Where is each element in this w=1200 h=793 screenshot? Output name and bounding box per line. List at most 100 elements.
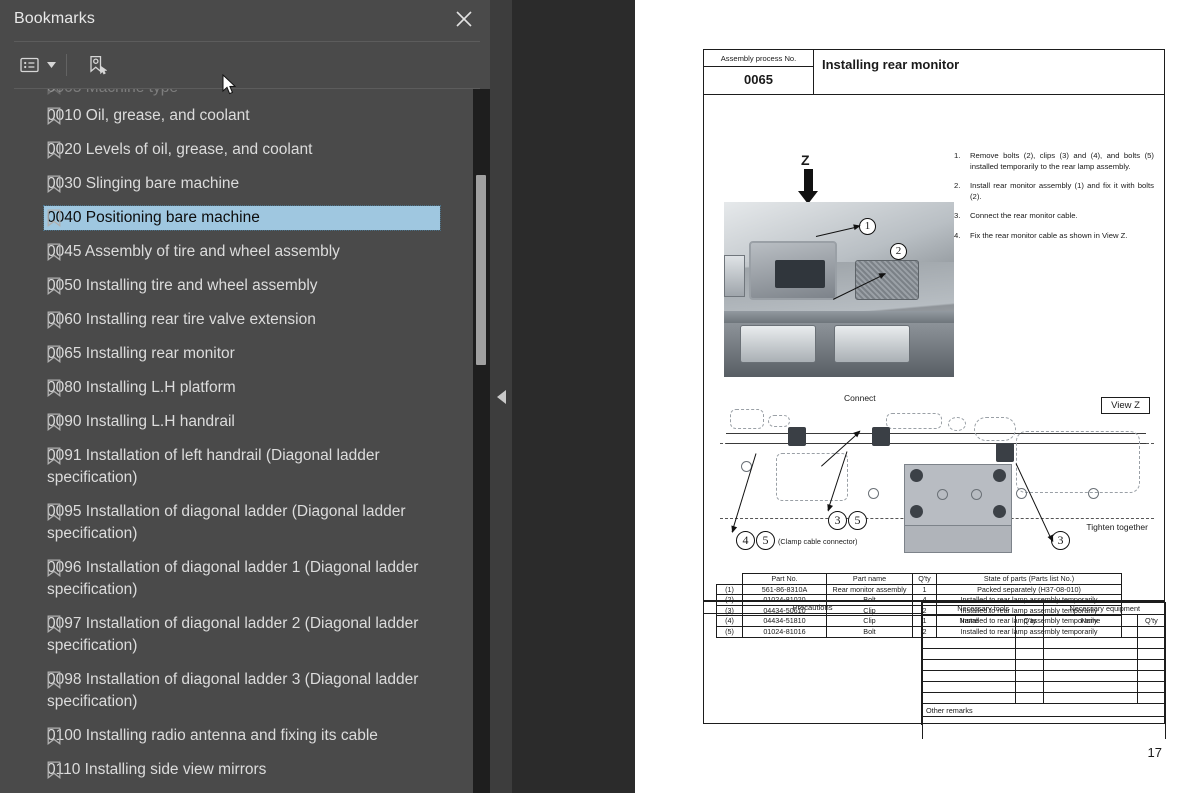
bookmarks-scrollbar[interactable] — [473, 89, 490, 793]
list-item[interactable]: 0040 Positioning bare machine — [0, 201, 488, 235]
panel-splitter[interactable] — [490, 0, 512, 793]
tools-name-header: Name — [921, 614, 1017, 627]
title-block: Assembly process No. 0065 Installing rea… — [703, 49, 1165, 95]
list-item-label: 0050 Installing tire and wheel assembly — [47, 277, 318, 294]
new-bookmark-icon[interactable] — [82, 51, 112, 79]
list-item-label: 0091 Installation of left handrail (Diag… — [47, 447, 380, 486]
parts-table-header-cell: Part No. — [742, 573, 827, 585]
list-item[interactable]: 0090 Installing L.H handrail — [0, 405, 488, 439]
bookmark-icon — [47, 107, 61, 125]
table-cell[interactable] — [1015, 626, 1045, 638]
process-no-value: 0065 — [744, 72, 773, 87]
list-item[interactable]: 0020 Levels of oil, grease, and coolant — [0, 133, 488, 167]
table-cell[interactable] — [1136, 681, 1167, 693]
instruction-item: 3. Connect the rear monitor cable. — [954, 211, 1154, 222]
table-cell[interactable] — [1015, 637, 1045, 649]
bookmark-icon — [47, 277, 61, 295]
table-cell[interactable] — [921, 626, 1017, 638]
view-z-label: View Z — [1101, 397, 1150, 414]
close-icon[interactable] — [452, 7, 476, 31]
list-item[interactable]: 0096 Installation of diagonal ladder 1 (… — [0, 551, 488, 607]
mouse-cursor — [222, 73, 238, 96]
cable-clamp-right — [996, 443, 1014, 462]
bookmark-icon — [47, 311, 61, 329]
list-item[interactable]: 0095 Installation of diagonal ladder (Di… — [0, 495, 488, 551]
instruction-text: Install rear monitor assembly (1) and fi… — [970, 181, 1154, 201]
list-item-label: 0096 Installation of diagonal ladder 1 (… — [47, 559, 419, 598]
list-item-label: 0045 Assembly of tire and wheel assembly — [47, 243, 340, 260]
instruction-text: Fix the rear monitor cable as shown in V… — [970, 230, 1128, 240]
table-cell[interactable] — [1136, 659, 1167, 671]
parts-table-header-cell — [716, 573, 743, 585]
list-item[interactable]: 0030 Slinging bare machine — [0, 167, 488, 201]
table-cell[interactable] — [1043, 670, 1138, 682]
list-item[interactable]: 0097 Installation of diagonal ladder 2 (… — [0, 607, 488, 663]
list-item-label: 0010 Oil, grease, and coolant — [47, 107, 250, 124]
table-cell[interactable] — [921, 692, 1017, 704]
table-cell[interactable] — [1136, 637, 1167, 649]
list-item-label: 0080 Installing L.H platform — [47, 379, 236, 396]
list-item[interactable]: 0080 Installing L.H platform — [0, 371, 488, 405]
list-item[interactable]: 0060 Installing rear tire valve extensio… — [0, 303, 488, 337]
table-cell[interactable] — [1015, 659, 1045, 671]
list-item[interactable]: 0098 Installation of diagonal ladder 3 (… — [0, 663, 488, 719]
list-item[interactable]: 0050 Installing tire and wheel assembly — [0, 269, 488, 303]
table-cell[interactable] — [1015, 692, 1045, 704]
pdf-reader-window: Bookmarks 0010 Oil, grease, and coolant … — [0, 0, 1200, 793]
table-cell[interactable] — [1015, 648, 1045, 660]
necessary-equipment-header: Necessary equipment — [1043, 602, 1166, 615]
list-item[interactable]: 0065 Installing rear monitor — [0, 337, 488, 371]
chevron-down-icon[interactable] — [44, 51, 58, 79]
list-item[interactable]: 0100 Installing radio antenna and fixing… — [0, 719, 488, 753]
page-title: Installing rear monitor — [822, 57, 960, 72]
list-item[interactable]: 0110 Installing side view mirrors — [0, 753, 488, 787]
equipment-qty-header: Q'ty — [1136, 614, 1167, 627]
table-cell[interactable] — [1043, 681, 1138, 693]
instruction-text: Connect the rear monitor cable. — [970, 211, 1078, 221]
cable-clamp-left — [788, 427, 806, 446]
table-cell[interactable] — [1015, 670, 1045, 682]
bookmark-icon — [47, 615, 61, 633]
list-item[interactable]: 0005 Machine type — [0, 89, 488, 99]
table-cell[interactable] — [1043, 637, 1138, 649]
table-cell[interactable] — [1015, 681, 1045, 693]
table-cell[interactable] — [921, 659, 1017, 671]
list-options-icon[interactable] — [14, 51, 44, 79]
table-cell[interactable] — [1043, 692, 1138, 704]
table-cell[interactable] — [921, 637, 1017, 649]
table-cell[interactable] — [1136, 648, 1167, 660]
table-cell[interactable] — [1043, 648, 1138, 660]
instruction-number: 3. — [954, 211, 961, 221]
tools-qty-header: Q'ty — [1015, 614, 1045, 627]
other-remarks-field[interactable] — [922, 716, 1166, 739]
scrollbar-thumb[interactable] — [476, 175, 486, 365]
table-cell[interactable] — [1136, 626, 1167, 638]
z-direction-arrow-icon — [798, 169, 818, 204]
bookmarks-scroll-area[interactable]: 0005 Machine type 0010 Oil, grease, and c… — [0, 89, 488, 793]
table-cell[interactable] — [1043, 626, 1138, 638]
bookmark-icon — [47, 727, 61, 745]
bookmark-icon — [47, 141, 61, 159]
clamp-cable-connector-label: (Clamp cable connector) — [778, 537, 858, 546]
table-cell[interactable] — [1043, 659, 1138, 671]
z-direction-label: Z — [801, 152, 810, 168]
table-cell[interactable] — [921, 648, 1017, 660]
table-cell[interactable] — [921, 670, 1017, 682]
table-cell[interactable] — [1136, 692, 1167, 704]
table-cell[interactable] — [1136, 670, 1167, 682]
table-cell: Packed separately (H37-08-010) — [936, 583, 1122, 596]
table-cell: (1) — [716, 583, 743, 596]
document-page: Assembly process No. 0065 Installing rea… — [635, 0, 1200, 793]
list-item[interactable]: 0091 Installation of left handrail (Diag… — [0, 439, 488, 495]
parts-table-header-cell: State of parts (Parts list No.) — [936, 573, 1122, 585]
table-cell[interactable] — [921, 681, 1017, 693]
list-item-label: 0100 Installing radio antenna and fixing… — [47, 727, 378, 744]
process-no-cell: Assembly process No. 0065 — [704, 50, 814, 94]
bookmark-icon — [47, 345, 61, 363]
list-item[interactable]: 0045 Assembly of tire and wheel assembly — [0, 235, 488, 269]
list-item[interactable]: 0010 Oil, grease, and coolant — [0, 99, 488, 133]
collapse-left-arrow-icon[interactable] — [496, 389, 506, 404]
list-item[interactable]: 0120 Installing under view mirrors (For … — [0, 787, 488, 793]
instruction-number: 2. — [954, 181, 961, 191]
bookmark-icon — [47, 243, 61, 261]
